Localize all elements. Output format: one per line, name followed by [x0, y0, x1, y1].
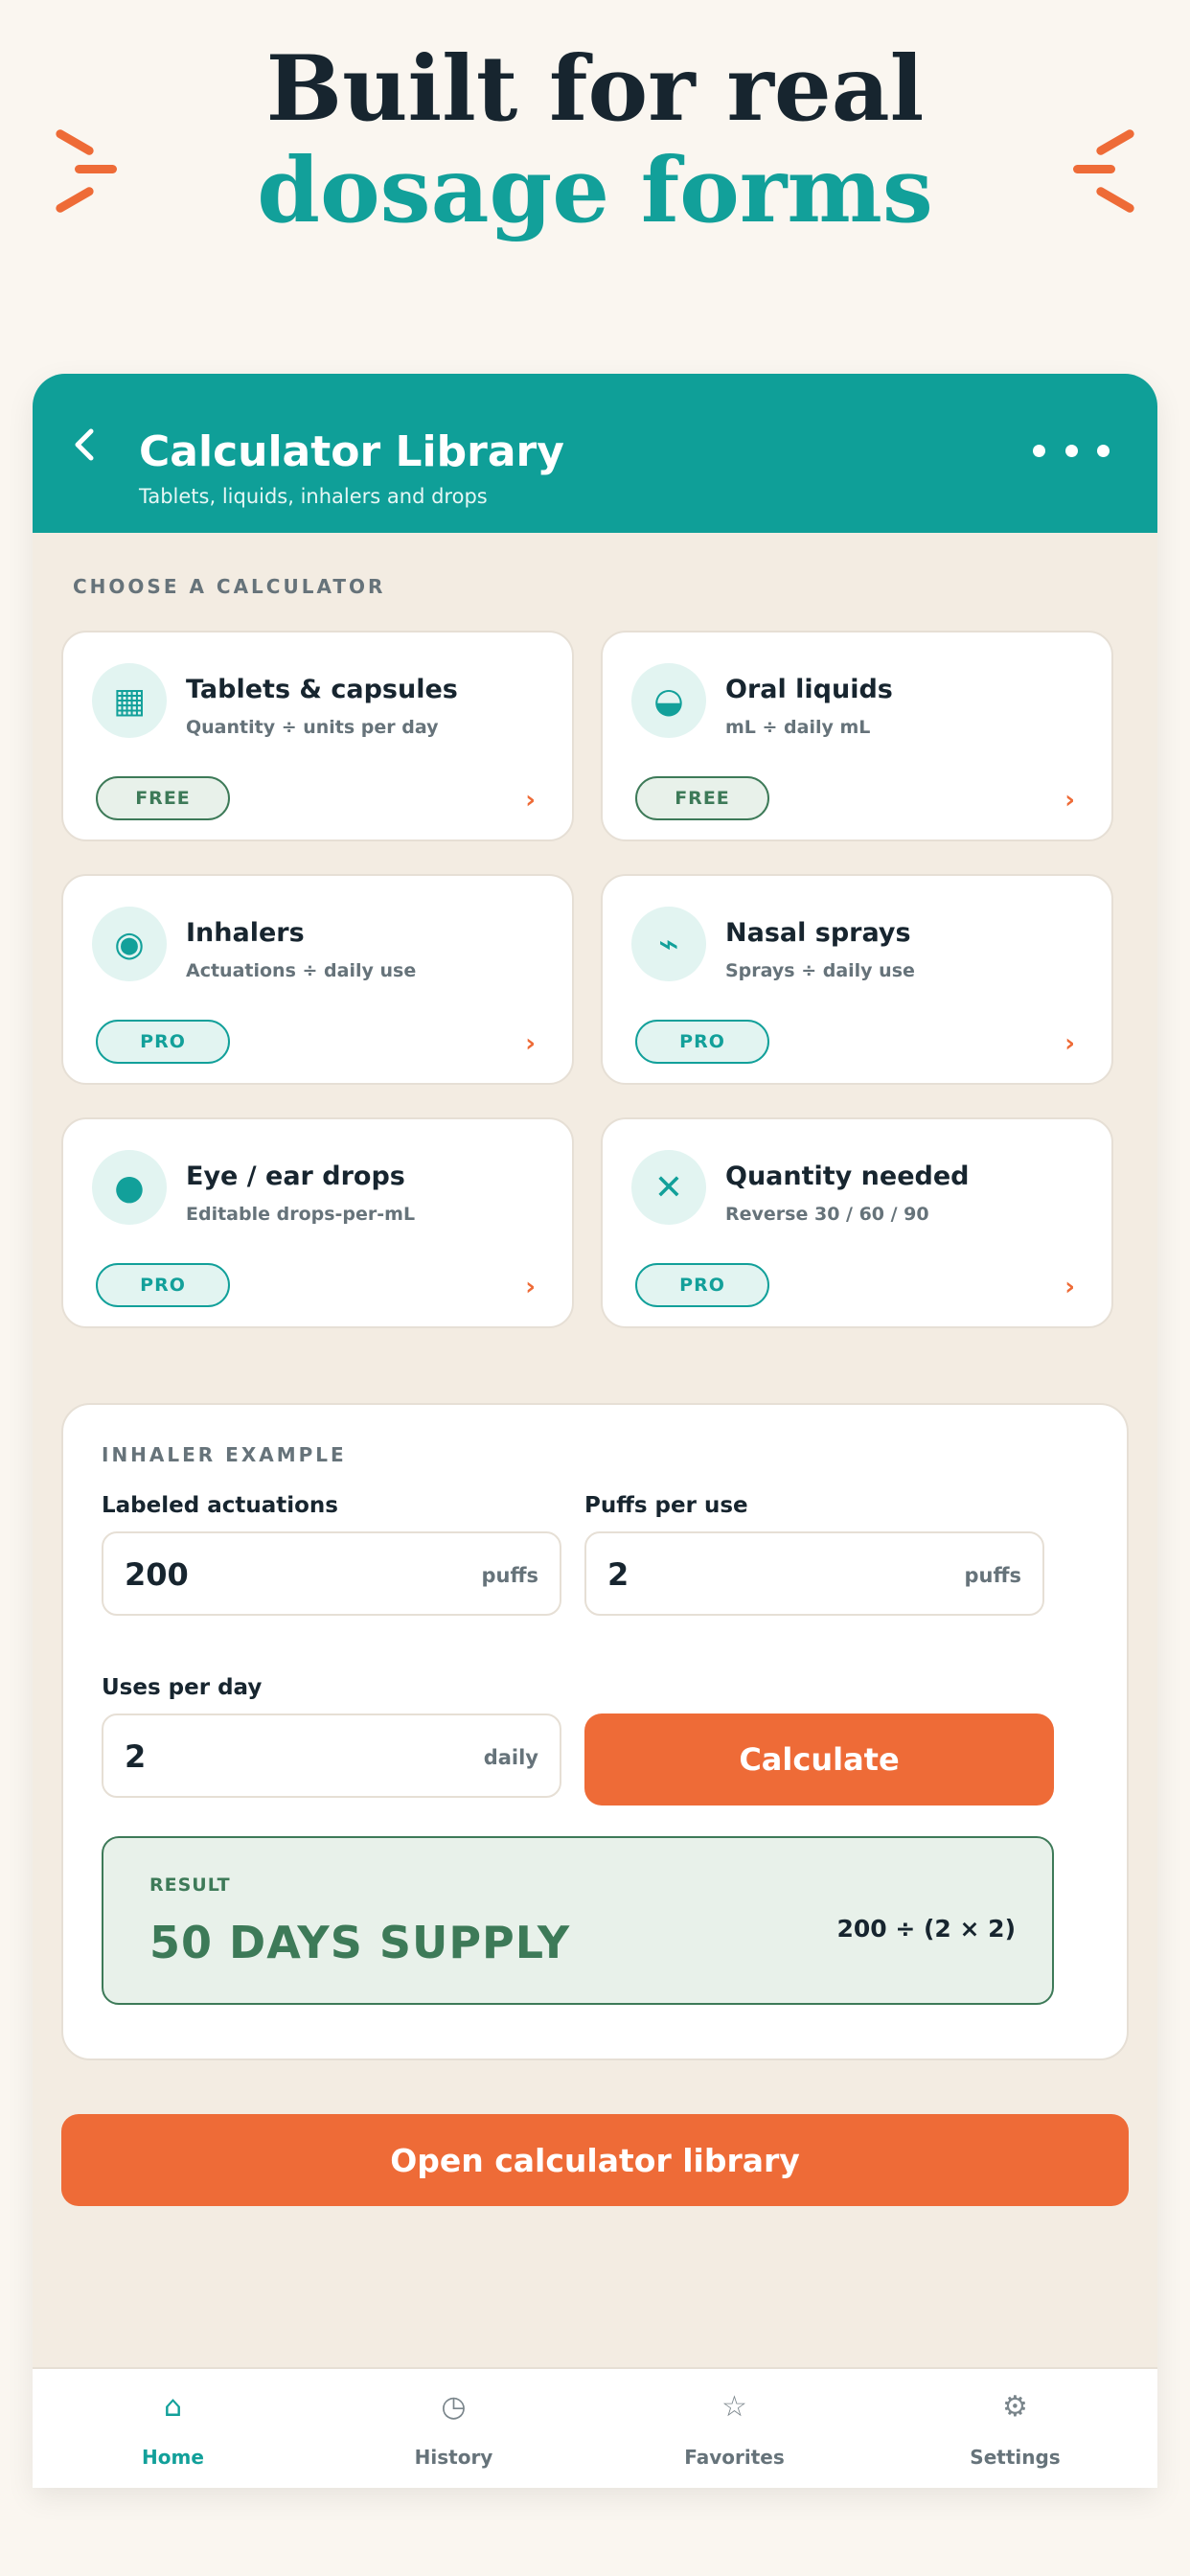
puffs-per-use-unit: puffs [964, 1564, 1022, 1587]
uses-per-day-unit: daily [483, 1746, 538, 1769]
nav-item-home[interactable]: ⌂ Home [33, 2369, 313, 2488]
back-button[interactable] [61, 416, 107, 473]
card-title: Inhalers [186, 918, 305, 948]
card-title: Eye / ear drops [186, 1162, 405, 1191]
chevron-left-icon [75, 428, 94, 461]
card-subtitle: Quantity ÷ units per day [186, 717, 439, 738]
calculator-card-oral-liquids[interactable]: ◒ Oral liquids mL ÷ daily mL FREE › [601, 631, 1113, 841]
dot-icon: ● [92, 1150, 167, 1225]
calculator-card-nasal-sprays[interactable]: ⌁ Nasal sprays Sprays ÷ daily use PRO › [601, 874, 1113, 1085]
home-icon: ⌂ [163, 2390, 183, 2424]
open-calculator-library-button[interactable]: Open calculator library [61, 2114, 1129, 2206]
chevron-right-icon: › [1064, 1273, 1075, 1301]
plan-badge: FREE [635, 776, 769, 820]
result-formula: 200 ÷ (2 × 2) [836, 1915, 1016, 1943]
chevron-right-icon: › [525, 786, 536, 815]
puffs-per-use-label: Puffs per use [584, 1493, 748, 1518]
plan-badge: PRO [635, 1020, 769, 1064]
chevron-right-icon: › [525, 1273, 536, 1301]
actuations-input[interactable]: 200 puffs [102, 1531, 561, 1616]
plan-badge: PRO [96, 1263, 230, 1307]
result-label: RESULT [149, 1874, 231, 1896]
hero: Built for real dosage forms [0, 0, 1190, 374]
calculator-card-inhalers[interactable]: ◉ Inhalers Actuations ÷ daily use PRO › [61, 874, 574, 1085]
card-title: Oral liquids [725, 675, 893, 704]
app-screen: Calculator Library Tablets, liquids, inh… [33, 374, 1157, 2488]
chevron-right-icon: › [1064, 786, 1075, 815]
bottom-navigation: ⌂ Home ◷ History ☆ Favorites ⚙ Settings [33, 2367, 1157, 2488]
example-label: INHALER EXAMPLE [102, 1443, 347, 1466]
card-title: Tablets & capsules [186, 675, 458, 704]
nav-item-favorites[interactable]: ☆ Favorites [594, 2369, 875, 2488]
nav-label: Home [142, 2446, 204, 2469]
clock-icon: ◷ [441, 2390, 467, 2424]
plan-badge: PRO [635, 1263, 769, 1307]
calculator-card-quantity-needed[interactable]: ✕ Quantity needed Reverse 30 / 60 / 90 P… [601, 1117, 1113, 1328]
grid-icon: ▦ [92, 663, 167, 738]
section-label: CHOOSE A CALCULATOR [73, 575, 386, 598]
star-icon: ☆ [721, 2390, 747, 2424]
uses-per-day-label: Uses per day [102, 1675, 263, 1700]
nav-item-settings[interactable]: ⚙ Settings [875, 2369, 1156, 2488]
spray-icon: ⌁ [631, 907, 706, 981]
page-title: Calculator Library [139, 427, 564, 476]
hero-title-line2: dosage forms [257, 138, 933, 243]
puffs-per-use-input[interactable]: 2 puffs [584, 1531, 1044, 1616]
nav-label: Settings [970, 2446, 1061, 2469]
page-subtitle: Tablets, liquids, inhalers and drops [139, 485, 488, 508]
nav-item-history[interactable]: ◷ History [313, 2369, 594, 2488]
card-subtitle: Reverse 30 / 60 / 90 [725, 1204, 929, 1225]
plan-badge: FREE [96, 776, 230, 820]
card-subtitle: Actuations ÷ daily use [186, 960, 417, 981]
more-dots-icon [1033, 444, 1045, 457]
card-title: Quantity needed [725, 1162, 970, 1191]
calculator-card-tablets[interactable]: ▦ Tablets & capsules Quantity ÷ units pe… [61, 631, 574, 841]
result-value: 50 DAYS SUPPLY [149, 1917, 571, 1968]
calculate-button[interactable]: Calculate [584, 1714, 1054, 1806]
result-box: RESULT 50 DAYS SUPPLY 200 ÷ (2 × 2) [102, 1836, 1054, 2005]
card-title: Nasal sprays [725, 918, 911, 948]
nav-label: History [414, 2446, 493, 2469]
card-subtitle: Sprays ÷ daily use [725, 960, 915, 981]
puffs-per-use-value: 2 [607, 1556, 629, 1593]
target-icon: ◉ [92, 907, 167, 981]
plan-badge: PRO [96, 1020, 230, 1064]
chevron-right-icon: › [525, 1029, 536, 1058]
half-circle-icon: ◒ [631, 663, 706, 738]
card-subtitle: Editable drops-per-mL [186, 1204, 416, 1225]
card-subtitle: mL ÷ daily mL [725, 717, 871, 738]
gear-icon: ⚙ [1002, 2390, 1028, 2424]
actuations-label: Labeled actuations [102, 1493, 338, 1518]
uses-per-day-value: 2 [125, 1738, 147, 1775]
calculator-card-eye-ear-drops[interactable]: ● Eye / ear drops Editable drops-per-mL … [61, 1117, 574, 1328]
nav-label: Favorites [684, 2446, 785, 2469]
actuations-value: 200 [125, 1556, 189, 1593]
more-options-button[interactable] [1033, 431, 1110, 470]
actuations-unit: puffs [481, 1564, 539, 1587]
x-icon: ✕ [631, 1150, 706, 1225]
inhaler-example-panel: INHALER EXAMPLE Labeled actuations 200 p… [61, 1403, 1129, 2060]
uses-per-day-input[interactable]: 2 daily [102, 1714, 561, 1798]
chevron-right-icon: › [1064, 1029, 1075, 1058]
app-header: Calculator Library Tablets, liquids, inh… [33, 374, 1157, 533]
hero-title-line1: Built for real [265, 36, 925, 142]
